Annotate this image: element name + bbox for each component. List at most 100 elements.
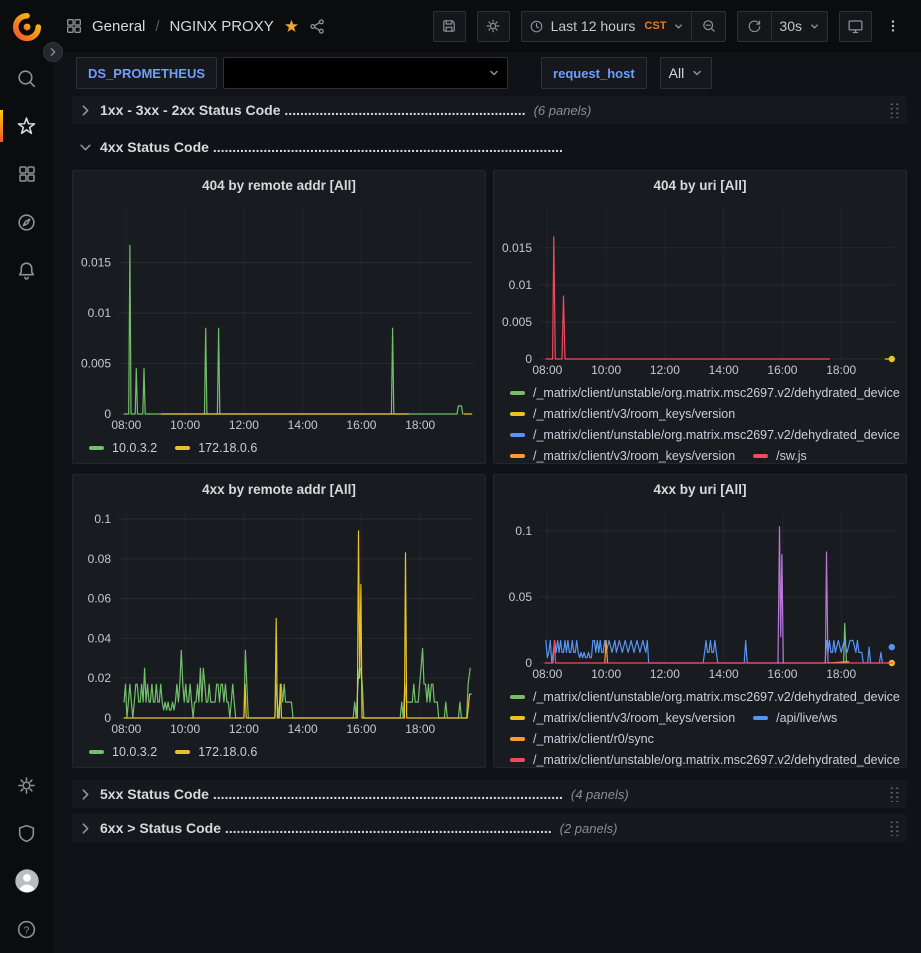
legend-swatch-icon [510,454,525,458]
panel-plot[interactable]: 08:0010:0012:0014:0016:0018:0000.0050.01… [73,201,485,436]
svg-text:08:00: 08:00 [111,418,141,432]
svg-text:14:00: 14:00 [709,667,739,681]
svg-text:14:00: 14:00 [709,363,739,377]
legend-label: /_matrix/client/unstable/org.matrix.msc2… [533,690,900,704]
chevron-down-icon [691,67,703,79]
variable-value-request-host[interactable]: All [660,57,713,89]
chevron-right-icon [79,788,92,801]
panel: 4xx by uri [All]08:0010:0012:0014:0016:0… [493,474,907,768]
legend-item[interactable]: 10.0.3.2 [89,437,157,458]
svg-text:10:00: 10:00 [170,418,200,432]
chevron-down-icon [673,21,684,32]
sidebar-item-help[interactable]: ? [0,905,53,953]
legend-label: 10.0.3.2 [112,441,157,455]
kebab-menu-icon [885,17,901,35]
legend-item[interactable]: 172.18.0.6 [175,437,257,458]
refresh-button[interactable] [738,12,771,41]
svg-text:14:00: 14:00 [288,722,318,736]
share-icon[interactable] [309,18,326,35]
legend-label: /_matrix/client/r0/sync [533,732,654,746]
legend-swatch-icon [753,716,768,720]
panel-title[interactable]: 404 by uri [All] [494,171,906,201]
panel-legend: /_matrix/client/unstable/org.matrix.msc2… [494,381,906,463]
sidebar-item-server-admin[interactable] [0,809,53,857]
legend-item[interactable]: /api/live/ws [753,707,837,728]
more-options-button[interactable] [883,11,903,42]
svg-text:0.1: 0.1 [515,524,532,538]
search-icon [16,68,37,89]
header: General / NGINX PROXY [53,0,921,52]
sidebar-item-configuration[interactable] [0,761,53,809]
refresh-interval-picker[interactable]: 30s [772,12,827,41]
chart-svg: 08:0010:0012:0014:0016:0018:0000.0050.01… [494,201,906,381]
legend-item[interactable]: /_matrix/client/v3/room_keys/version [510,403,735,424]
legend-item[interactable]: /_matrix/client/r0/sync [510,728,654,749]
svg-text:10:00: 10:00 [591,667,621,681]
breadcrumb-folder[interactable]: General [92,18,145,35]
row-header-5xx[interactable]: 5xx Status Code ........................… [72,780,907,808]
legend-swatch-icon [89,750,104,754]
tv-mode-button[interactable] [839,11,872,42]
legend-item[interactable]: /_matrix/client/v3/room_keys/version [510,445,735,463]
row-title: 6xx > Status Code ......................… [100,820,552,836]
svg-text:0.01: 0.01 [509,278,533,292]
row-header-4xx[interactable]: 4xx Status Code ........................… [72,133,907,161]
sidebar-item-explore[interactable] [0,198,53,246]
row-drag-handle-icon[interactable] [889,820,900,836]
variable-label-ds-prometheus: DS_PROMETHEUS [76,57,217,89]
legend-item[interactable]: /_matrix/client/v3/room_keys/version [510,707,735,728]
sidebar-item-starred[interactable] [0,102,53,150]
variables-bar: DS_PROMETHEUS request_host All [53,52,921,94]
zoom-out-time-button[interactable] [692,12,725,41]
row-title: 5xx Status Code ........................… [100,786,563,802]
panel-title[interactable]: 404 by remote addr [All] [73,171,485,201]
legend-item[interactable]: /_matrix/client/unstable/org.matrix.msc2… [510,749,900,767]
bell-icon [16,260,37,281]
panel-title[interactable]: 4xx by uri [All] [494,475,906,505]
time-range-picker[interactable]: Last 12 hours CST [522,12,692,41]
legend-item[interactable]: /_matrix/client/unstable/org.matrix.msc2… [510,382,900,403]
page-title[interactable]: NGINX PROXY [170,18,274,35]
legend-item[interactable]: /_matrix/client/unstable/org.matrix.msc2… [510,686,900,707]
svg-text:16:00: 16:00 [346,722,376,736]
panel-plot[interactable]: 08:0010:0012:0014:0016:0018:0000.020.040… [73,505,485,740]
svg-text:18:00: 18:00 [826,667,856,681]
svg-text:08:00: 08:00 [532,363,562,377]
legend-swatch-icon [753,454,768,458]
svg-text:18:00: 18:00 [826,363,856,377]
legend-item[interactable]: 172.18.0.6 [175,741,257,762]
legend-item[interactable]: 10.0.3.2 [89,741,157,762]
dashboard-settings-button[interactable] [477,11,510,42]
sidebar-item-search[interactable] [0,54,53,102]
sidebar-expand-button[interactable] [43,42,63,62]
row-drag-handle-icon[interactable] [889,102,900,118]
legend-swatch-icon [510,737,525,741]
legend-label: /_matrix/client/v3/room_keys/version [533,711,735,725]
svg-text:0.08: 0.08 [88,552,112,566]
apps-grid-icon [65,17,83,35]
favorite-star-icon[interactable] [283,18,300,35]
sidebar-item-alerting[interactable] [0,246,53,294]
chevron-right-icon [79,822,92,835]
row-drag-handle-icon[interactable] [889,786,900,802]
legend-item[interactable]: /sw.js [753,445,807,463]
save-dashboard-button[interactable] [433,11,466,42]
panel-title[interactable]: 4xx by remote addr [All] [73,475,485,505]
variable-value-ds-prometheus[interactable] [223,57,508,89]
row-header-6xx[interactable]: 6xx > Status Code ......................… [72,814,907,842]
chevron-down-icon [809,21,820,32]
sidebar: ? [0,0,53,953]
monitor-icon [847,18,864,35]
sidebar-item-profile[interactable] [0,857,53,905]
chevron-right-icon [48,47,58,57]
svg-text:08:00: 08:00 [532,667,562,681]
legend-item[interactable]: /_matrix/client/unstable/org.matrix.msc2… [510,424,900,445]
legend-swatch-icon [510,695,525,699]
svg-text:0.005: 0.005 [502,315,532,329]
panel-plot[interactable]: 08:0010:0012:0014:0016:0018:0000.0050.01… [494,201,906,381]
svg-text:12:00: 12:00 [650,667,680,681]
sidebar-item-dashboards[interactable] [0,150,53,198]
row-header-1xx-3xx-2xx[interactable]: 1xx - 3xx - 2xx Status Code ............… [72,96,907,124]
panel-plot[interactable]: 08:0010:0012:0014:0016:0018:0000.050.1 [494,505,906,685]
row-title: 4xx Status Code ........................… [100,139,563,155]
